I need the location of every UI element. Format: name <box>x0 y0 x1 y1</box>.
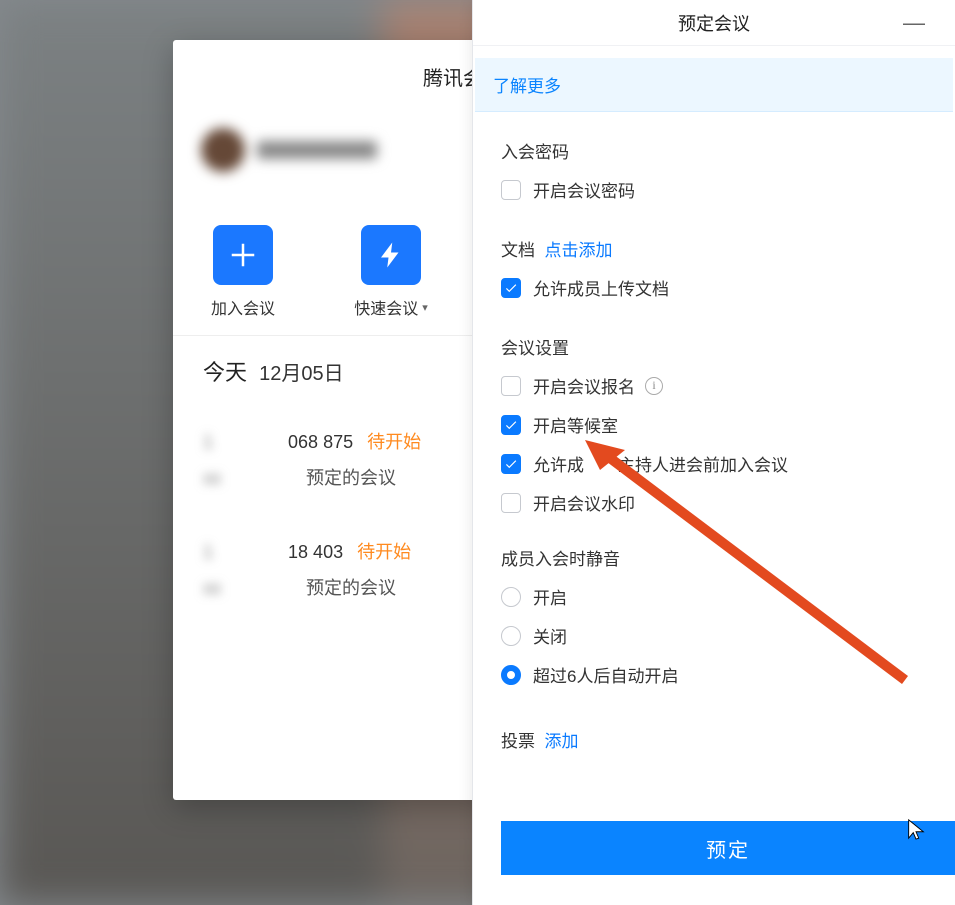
user-profile[interactable] <box>201 128 377 172</box>
allow-upload-checkbox[interactable] <box>501 278 521 298</box>
panel-titlebar: 预定会议 — <box>473 0 955 46</box>
plus-icon <box>228 240 258 270</box>
meeting-status: 待开始 <box>357 538 411 564</box>
meeting-number: 18 403 <box>288 542 343 563</box>
confirm-schedule-button[interactable]: 预定 <box>501 821 955 875</box>
add-vote-link[interactable]: 添加 <box>544 732 578 751</box>
allow-upload-label: 允许成员上传文档 <box>533 275 669 300</box>
mute-auto6-label: 超过6人后自动开启 <box>533 662 678 687</box>
enable-watermark-label: 开启会议水印 <box>533 490 635 515</box>
learn-more-banner[interactable]: 了解更多 <box>475 58 953 112</box>
lightning-icon <box>376 240 406 270</box>
enable-waiting-room-label: 开启等候室 <box>533 412 618 437</box>
mute-off-label: 关闭 <box>533 623 567 648</box>
document-section-title: 文档 <box>501 241 535 260</box>
avatar <box>201 128 245 172</box>
mute-auto6-radio[interactable] <box>501 665 521 685</box>
panel-title: 预定会议 <box>678 10 750 36</box>
password-section-title: 入会密码 <box>501 138 927 163</box>
enable-waiting-room-checkbox[interactable] <box>501 415 521 435</box>
user-name-blurred <box>257 141 377 159</box>
schedule-meeting-panel: 预定会议 — 了解更多 入会密码 开启会议密码 文档 点击添加 允许成员上传文档… <box>472 0 955 905</box>
enable-enroll-label: 开启会议报名 <box>533 373 635 398</box>
meeting-number: 068 875 <box>288 432 353 453</box>
minimize-button[interactable]: — <box>903 12 925 34</box>
allow-before-host-checkbox[interactable] <box>501 454 521 474</box>
mute-on-label: 开启 <box>533 584 567 609</box>
join-meeting-tile[interactable] <box>213 225 273 285</box>
meeting-status: 待开始 <box>367 428 421 454</box>
quick-meeting-label: 快速会议▾ <box>354 295 428 319</box>
allow-before-host-label: 允许成员在主持人进会前加入会议 <box>533 451 788 476</box>
enable-watermark-checkbox[interactable] <box>501 493 521 513</box>
join-meeting-label: 加入会议 <box>211 295 275 319</box>
mute-on-radio[interactable] <box>501 587 521 607</box>
enable-password-checkbox[interactable] <box>501 180 521 200</box>
info-icon[interactable]: i <box>645 377 663 395</box>
today-heading: 今天 12月05日 <box>203 355 344 387</box>
add-document-link[interactable]: 点击添加 <box>544 241 612 260</box>
meeting-settings-section-title: 会议设置 <box>501 334 927 359</box>
vote-section-title: 投票 <box>501 732 535 751</box>
enable-enroll-checkbox[interactable] <box>501 376 521 396</box>
cursor-icon <box>905 818 927 840</box>
chevron-down-icon: ▾ <box>422 301 428 314</box>
mute-on-entry-section-title: 成员入会时静音 <box>501 545 927 570</box>
quick-meeting-tile[interactable] <box>361 225 421 285</box>
mute-off-radio[interactable] <box>501 626 521 646</box>
enable-password-label: 开启会议密码 <box>533 177 635 202</box>
